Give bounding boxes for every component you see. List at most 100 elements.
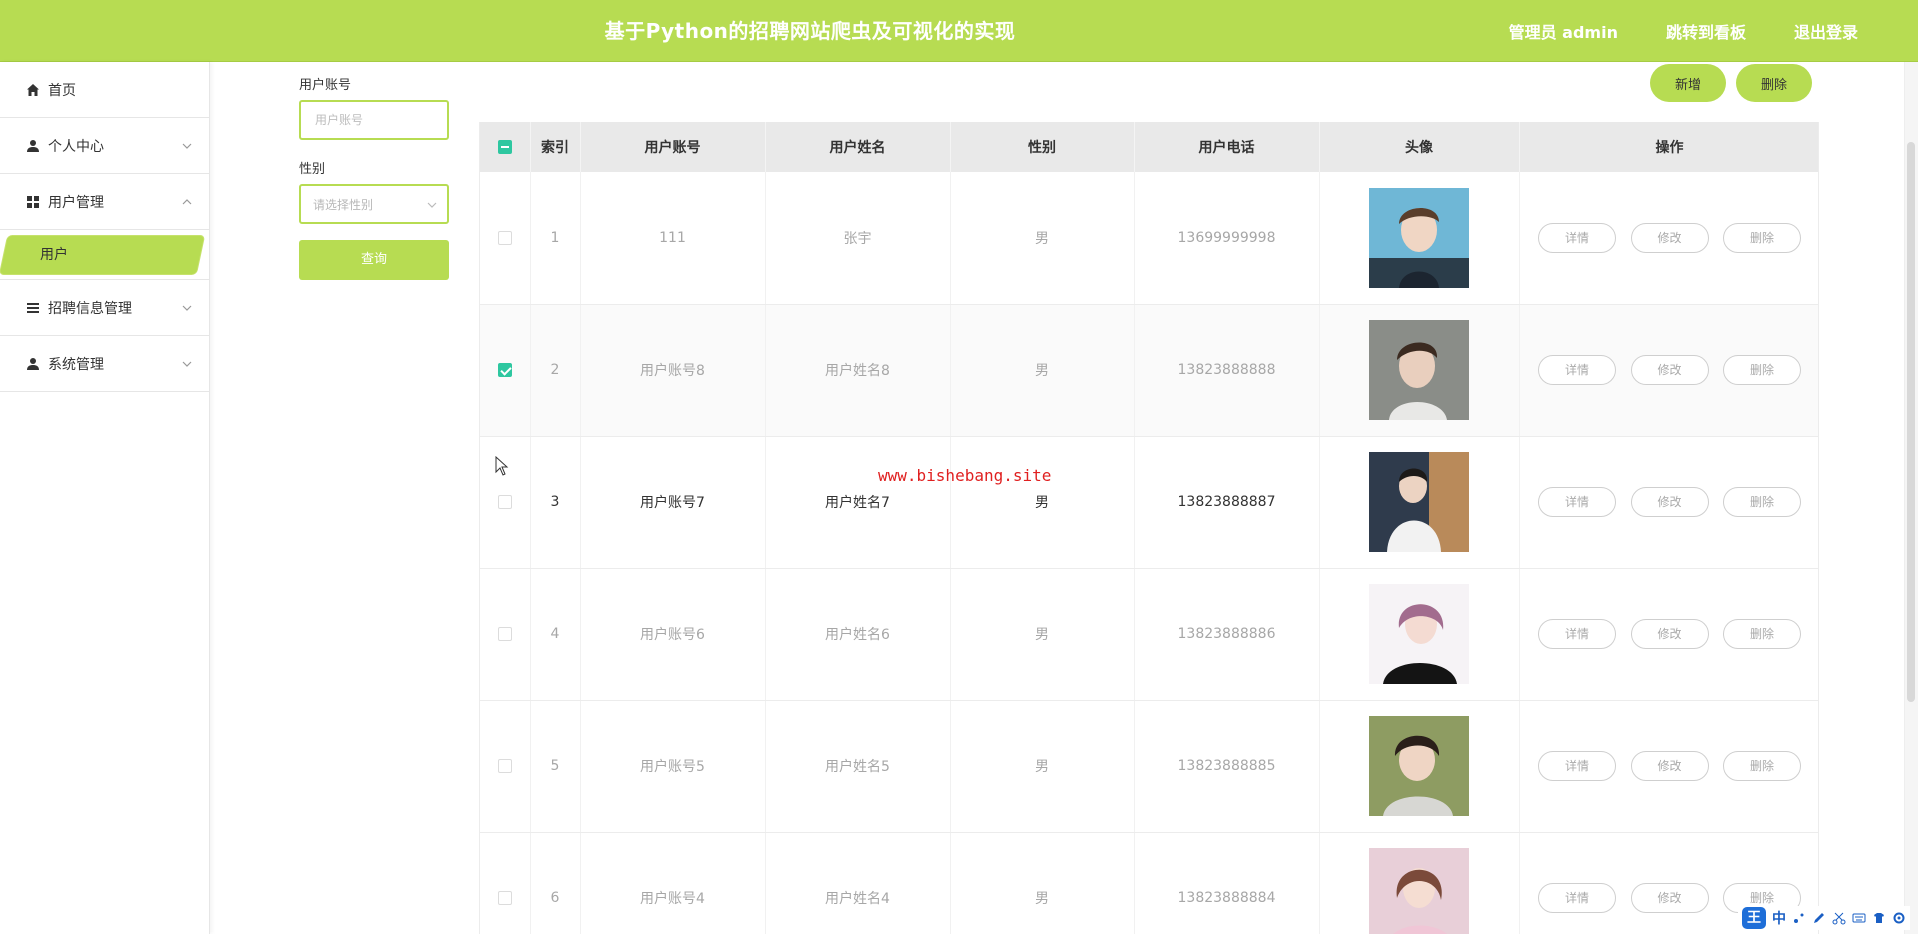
column-header: 索引	[530, 122, 581, 172]
edit-button[interactable]: 修改	[1630, 487, 1709, 517]
cell-name: 用户姓名5	[765, 700, 951, 833]
page-scrollbar-thumb[interactable]	[1907, 142, 1915, 702]
cell-avatar	[1319, 700, 1520, 833]
row-checkbox[interactable]	[497, 759, 512, 773]
row-select-cell	[480, 304, 531, 437]
ime-toolbar: 王 中	[1738, 906, 1910, 930]
detail-button[interactable]: 详情	[1538, 883, 1617, 913]
cell-account: 111	[580, 172, 766, 305]
chevron-down-icon	[182, 361, 192, 367]
row-select-cell	[480, 568, 531, 701]
row-checkbox[interactable]	[497, 230, 512, 245]
avatar	[1369, 848, 1469, 934]
table-row[interactable]: 2 用户账号8 用户姓名8 男 13823888888 详情 修改 删除	[480, 304, 1818, 437]
chevron-down-icon	[427, 202, 437, 208]
account-search-input[interactable]	[313, 112, 433, 128]
detail-button[interactable]: 详情	[1538, 751, 1617, 781]
chevron-down-icon	[182, 143, 192, 149]
detail-button[interactable]: 详情	[1538, 355, 1617, 385]
grid-icon	[26, 195, 40, 209]
page-scrollbar[interactable]	[1904, 62, 1918, 934]
detail-button[interactable]: 详情	[1538, 487, 1617, 517]
add-button[interactable]: 新增	[1650, 64, 1726, 102]
cell-index: 3	[530, 436, 581, 569]
cell-avatar	[1319, 304, 1520, 437]
edit-button[interactable]: 修改	[1630, 222, 1709, 253]
cell-index: 2	[530, 304, 581, 437]
ime-logo[interactable]: 王	[1742, 907, 1766, 929]
delete-button[interactable]: 删除	[1722, 751, 1801, 781]
punctuation-icon[interactable]	[1792, 911, 1806, 925]
row-checkbox[interactable]	[497, 495, 512, 509]
chevron-up-icon	[182, 198, 192, 204]
sidebar-item-recruitment[interactable]: 招聘信息管理	[0, 280, 209, 336]
table-row[interactable]: 3 用户账号7 用户姓名7 男 13823888887 详情 修改 删除	[480, 436, 1818, 569]
sidebar-item-system[interactable]: 系统管理	[0, 336, 209, 392]
search-panel: 用户账号 性别 请选择性别 查询	[299, 62, 451, 280]
ime-mode[interactable]: 中	[1772, 908, 1786, 928]
admin-label: 管理员 admin	[1508, 23, 1618, 42]
cell-name: 张宇	[765, 172, 951, 305]
cell-index: 5	[530, 700, 581, 833]
row-select-cell	[480, 172, 531, 305]
scissors-icon[interactable]	[1832, 911, 1846, 925]
sidebar-item-home[interactable]: 首页	[0, 62, 209, 118]
sidebar-item-label: 招聘信息管理	[48, 300, 132, 317]
edit-button[interactable]: 修改	[1630, 751, 1709, 781]
sidebar-item-label: 系统管理	[48, 356, 104, 373]
keyboard-icon[interactable]	[1852, 911, 1866, 925]
detail-button[interactable]: 详情	[1538, 222, 1617, 253]
sidebar-item-label: 个人中心	[48, 138, 104, 155]
row-checkbox[interactable]	[497, 627, 512, 641]
column-header: 性别	[950, 122, 1135, 172]
sidebar-subitem-label: 用户	[40, 247, 68, 263]
delete-button[interactable]: 删除	[1722, 619, 1801, 649]
settings-gear-icon[interactable]	[1892, 911, 1906, 925]
sidebar-item-user-management[interactable]: 用户管理	[0, 174, 209, 230]
table-row[interactable]: 5 用户账号5 用户姓名5 男 13823888885 详情 修改 删除	[480, 700, 1818, 833]
table-row[interactable]: 4 用户账号6 用户姓名6 男 13823888886 详情 修改 删除	[480, 568, 1818, 701]
detail-button[interactable]: 详情	[1538, 619, 1617, 649]
home-icon	[26, 83, 40, 97]
cell-index: 4	[530, 568, 581, 701]
cell-phone: 13823888886	[1134, 568, 1320, 701]
delete-button[interactable]: 删除	[1722, 487, 1801, 517]
table-row[interactable]: 6 用户账号4 用户姓名4 男 13823888884 详情 修改 删除	[480, 832, 1818, 934]
top-header: 基于Python的招聘网站爬虫及可视化的实现 管理员 admin 跳转到看板 退…	[0, 0, 1918, 62]
sidebar-subitem-user[interactable]: 用户	[0, 230, 209, 280]
cell-gender: 男	[950, 172, 1135, 305]
user-table: 索引 用户账号 用户姓名 性别 用户电话 头像 操作 1 111 张宇 男 13…	[479, 122, 1819, 934]
chevron-down-icon	[182, 305, 192, 311]
account-field-wrapper	[299, 100, 449, 140]
delete-button[interactable]: 删除	[1722, 222, 1801, 253]
pen-icon[interactable]	[1812, 911, 1826, 925]
dashboard-link[interactable]: 跳转到看板	[1666, 19, 1746, 43]
skin-icon[interactable]	[1872, 911, 1886, 925]
delete-selected-button[interactable]: 删除	[1736, 64, 1812, 102]
column-header: 用户账号	[580, 122, 766, 172]
sidebar-item-profile[interactable]: 个人中心	[0, 118, 209, 174]
edit-button[interactable]: 修改	[1630, 355, 1709, 385]
table-row[interactable]: 1 111 张宇 男 13699999998 详情 修改 删除	[480, 172, 1818, 305]
query-button[interactable]: 查询	[299, 240, 449, 280]
cell-gender: 男	[950, 568, 1135, 701]
gender-select[interactable]: 请选择性别	[299, 184, 449, 224]
select-all-checkbox[interactable]	[497, 140, 512, 154]
row-checkbox[interactable]	[497, 363, 512, 377]
cell-avatar	[1319, 172, 1520, 305]
cell-account: 用户账号4	[580, 832, 766, 934]
edit-button[interactable]: 修改	[1630, 619, 1709, 649]
mouse-cursor-icon	[495, 456, 509, 476]
active-highlight	[0, 236, 205, 274]
edit-button[interactable]: 修改	[1630, 883, 1709, 913]
sidebar: 首页 个人中心 用户管理 用户 招聘信息管理 系统管理	[0, 62, 210, 934]
avatar	[1369, 584, 1469, 684]
avatar	[1369, 320, 1469, 420]
gender-select-placeholder: 请选择性别	[313, 197, 374, 212]
delete-button[interactable]: 删除	[1722, 355, 1801, 385]
logout-link[interactable]: 退出登录	[1794, 19, 1858, 43]
cell-operations: 详情 修改 删除	[1519, 172, 1818, 305]
cell-phone: 13823888885	[1134, 700, 1320, 833]
row-checkbox[interactable]	[497, 891, 512, 905]
cell-name: 用户姓名6	[765, 568, 951, 701]
